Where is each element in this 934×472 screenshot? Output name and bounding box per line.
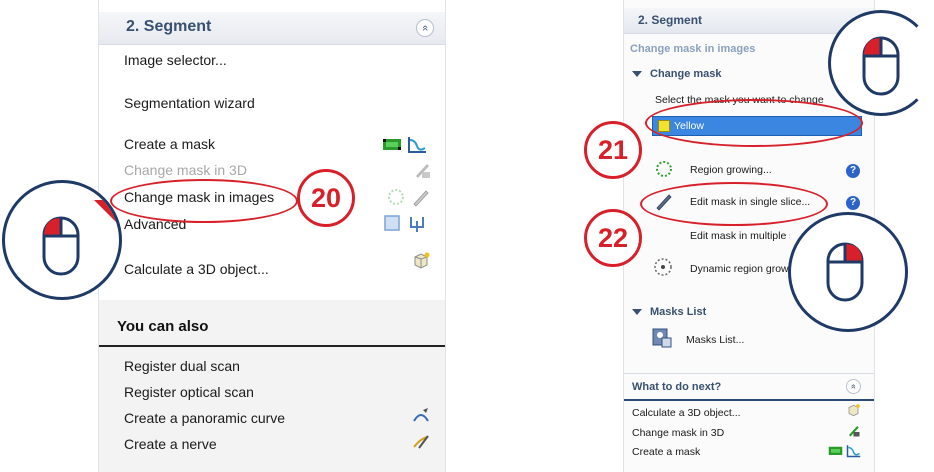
group-label: Masks List	[650, 306, 707, 318]
panel-title: 2. Segment	[638, 13, 703, 27]
tool-region-growing[interactable]: Region growing...	[690, 164, 772, 176]
you-can-also-section: You can also Register dual scan Register…	[99, 300, 445, 472]
section-title: You can also	[117, 318, 209, 335]
mask-3d-icon	[416, 164, 430, 178]
expand-icon	[632, 309, 642, 316]
menu-item-create-nerve[interactable]: Create a nerve	[124, 436, 217, 452]
split-mask-icon	[410, 217, 424, 232]
pencil-icon	[413, 190, 429, 207]
left-click-mouse-icon	[2, 180, 122, 300]
panoramic-curve-icon[interactable]	[411, 406, 431, 426]
what-next-section: What to do next? « Calculate a 3D object…	[624, 373, 874, 472]
step-badge-22: 22	[584, 209, 642, 267]
segment-panel-left: 2. Segment « Image selector... Segmentat…	[98, 0, 446, 472]
masks-list-group[interactable]: Masks List	[632, 306, 706, 318]
nerve-icon[interactable]	[411, 432, 431, 452]
divider	[624, 399, 874, 401]
create-mask-icon[interactable]	[382, 134, 402, 154]
masks-list-item[interactable]: Masks List...	[686, 334, 744, 346]
menu-item-change-mask-3d[interactable]: Change mask in 3D	[124, 162, 247, 178]
help-icon[interactable]: ?	[846, 196, 860, 210]
collapse-icon[interactable]: «	[416, 19, 434, 37]
section-title: What to do next?	[632, 381, 722, 393]
change-mask-group[interactable]: Change mask	[632, 68, 722, 80]
next-item-calculate-3d[interactable]: Calculate a 3D object...	[632, 407, 741, 419]
mask-3d-icon[interactable]	[846, 423, 861, 438]
collapse-icon[interactable]: «	[846, 379, 861, 394]
next-item-change-mask-3d[interactable]: Change mask in 3D	[632, 427, 724, 439]
calculate-3d-icon[interactable]	[411, 251, 431, 271]
segment-panel-header[interactable]: 2. Segment «	[99, 12, 445, 45]
square-select-icon	[384, 215, 400, 231]
menu-item-segmentation-wizard[interactable]: Segmentation wizard	[124, 95, 255, 111]
help-icon[interactable]: ?	[846, 164, 860, 178]
calculate-3d-icon[interactable]	[846, 403, 861, 418]
panel-title: 2. Segment	[126, 18, 212, 35]
expand-icon	[632, 71, 642, 78]
panel-subtitle: Change mask in images	[630, 43, 756, 55]
menu-item-register-dual-scan[interactable]: Register dual scan	[124, 358, 240, 374]
create-mask-icon[interactable]	[828, 443, 843, 458]
region-grow-icon	[388, 189, 404, 205]
menu-item-image-selector[interactable]: Image selector...	[124, 52, 227, 68]
group-label: Change mask	[650, 68, 722, 80]
left-click-mouse-icon	[788, 212, 908, 332]
step-badge-20: 20	[297, 169, 355, 227]
tool-edit-multiple-slices[interactable]: Edit mask in multiple slices...	[690, 230, 790, 242]
tool-dynamic-region-growing[interactable]: Dynamic region growing...	[690, 263, 790, 275]
menu-item-calculate-3d[interactable]: Calculate a 3D object...	[124, 261, 269, 277]
menu-item-create-mask[interactable]: Create a mask	[124, 136, 215, 152]
menu-item-panoramic-curve[interactable]: Create a panoramic curve	[124, 410, 285, 426]
step-badge-21: 21	[584, 121, 642, 179]
masks-list-icon[interactable]	[650, 326, 674, 350]
region-growing-icon[interactable]	[654, 159, 674, 179]
threshold-icon[interactable]	[846, 443, 861, 458]
menu-item-register-optical-scan[interactable]: Register optical scan	[124, 384, 254, 400]
divider	[99, 345, 445, 347]
threshold-icon[interactable]	[407, 134, 427, 154]
next-item-create-mask[interactable]: Create a mask	[632, 446, 700, 458]
left-click-mouse-icon	[828, 10, 934, 116]
highlight-ring	[110, 179, 298, 223]
dynamic-region-growing-icon[interactable]	[652, 256, 674, 278]
